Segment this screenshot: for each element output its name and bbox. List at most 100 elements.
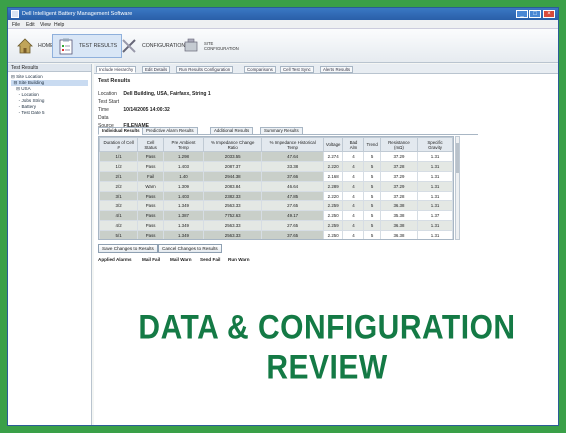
banner-line-2: REVIEW bbox=[266, 348, 388, 387]
alarm-header-applied: Applied Alarms bbox=[98, 257, 132, 262]
table-cell: Warn bbox=[137, 180, 165, 192]
table-cell: 37.29 bbox=[379, 180, 419, 192]
banner-line-1: DATA & CONFIGURATION bbox=[138, 308, 516, 347]
table-row[interactable]: 2/1 Fail 1.40 2944.38 37.66 2.168 4 5 37.29 1.31 bbox=[99, 170, 453, 182]
table-cell: Pass bbox=[137, 210, 165, 222]
table-row[interactable]: 3/1 Pass 1.403 2382.33 47.85 2.220 4 5 37.28 1.31 bbox=[99, 190, 453, 202]
table-row[interactable]: 5/1 Pass 1.349 2563.33 37.65 2.250 4 5 36.38 1.31 bbox=[99, 230, 453, 239]
menu-edit[interactable]: Edit bbox=[26, 22, 35, 28]
column-header[interactable]: Trend bbox=[363, 137, 381, 152]
home-button[interactable]: HOME bbox=[12, 34, 58, 58]
tab-hierarchy[interactable]: Include Hierarchy bbox=[96, 66, 137, 73]
column-header[interactable]: Cell Status bbox=[137, 137, 165, 152]
column-header[interactable]: Specific Gravity bbox=[417, 137, 453, 152]
table-row[interactable]: 4/1 Pass 1.387 7752.63 49.17 2.250 4 5 35.38 1.37 bbox=[99, 210, 453, 222]
menu-file[interactable]: File bbox=[12, 22, 20, 28]
table-cell: 1.31 bbox=[417, 180, 453, 192]
table-cell: 2.168 bbox=[322, 170, 344, 182]
site-configuration-button[interactable]: SITE CONFIGURATION bbox=[178, 34, 242, 58]
menu-bar: File Edit View Help bbox=[8, 20, 558, 29]
section-title: Test Results bbox=[98, 78, 131, 84]
table-cell: 4 bbox=[342, 230, 365, 239]
table-cell: 47.64 bbox=[261, 151, 324, 162]
menu-help[interactable]: Help bbox=[54, 22, 64, 28]
table-cell: 2.250 bbox=[322, 230, 344, 239]
table-row[interactable]: 1/2 Pass 1.403 2087.37 33.38 2.220 4 5 37.28 1.31 bbox=[99, 160, 453, 172]
table-cell: 5 bbox=[363, 230, 381, 239]
table-cell: 2944.38 bbox=[202, 170, 263, 182]
subtab-summary[interactable]: Summary Results bbox=[260, 127, 303, 135]
table-cell: 1/2 bbox=[99, 160, 139, 172]
window-title: Dell Intelligent Battery Management Soft… bbox=[22, 11, 133, 17]
alarm-header-run-warn: Run Warn bbox=[228, 257, 250, 262]
table-row[interactable]: 3/2 Pass 1.349 2563.33 27.65 2.259 4 5 36.38 1.31 bbox=[99, 200, 453, 212]
tree-item[interactable]: - Test Date 5 bbox=[11, 110, 88, 116]
column-header[interactable]: Pre Ambient Temp bbox=[163, 137, 204, 152]
site-icon bbox=[182, 37, 200, 55]
table-cell: 1.31 bbox=[417, 200, 453, 212]
table-cell: 4/1 bbox=[99, 210, 139, 222]
tab-cell-test-sync[interactable]: Cell Test Sync bbox=[280, 66, 314, 73]
menu-view[interactable]: View bbox=[40, 22, 51, 28]
alarm-header-send-fail: Send Fail bbox=[200, 257, 221, 262]
tab-edit-details[interactable]: Edit Details bbox=[142, 66, 171, 73]
table-cell: 2.250 bbox=[322, 210, 344, 222]
column-header[interactable]: % Impedance Change Ratio bbox=[202, 137, 263, 152]
subtab-predictive-alarm[interactable]: Predictive Alarm Results bbox=[142, 127, 198, 135]
table-row[interactable]: 4/2 Pass 1.349 2563.33 27.65 2.259 4 5 36.38 1.31 bbox=[99, 220, 453, 232]
table-cell: 1.403 bbox=[163, 190, 204, 202]
table-cell: 1.309 bbox=[163, 180, 204, 192]
tab-comparisons[interactable]: Comparisons bbox=[244, 66, 276, 73]
table-cell: 4 bbox=[342, 160, 365, 172]
column-header[interactable]: Resistance (mΩ) bbox=[379, 137, 419, 152]
table-row[interactable]: 2/2 Warn 1.309 2083.84 46.64 2.289 4 5 37.29 1.31 bbox=[99, 180, 453, 192]
table-cell: 2563.33 bbox=[202, 230, 263, 239]
table-cell: 4 bbox=[342, 190, 365, 202]
subtab-additional[interactable]: Additional Results bbox=[210, 127, 254, 135]
subtab-individual[interactable]: Individual Results bbox=[98, 127, 144, 135]
table-cell: 1.31 bbox=[417, 190, 453, 202]
cancel-changes-button[interactable]: Cancel Changes to Results bbox=[158, 244, 222, 253]
maximize-button[interactable]: □ bbox=[529, 10, 541, 18]
results-subtabs: Individual Results Predictive Alarm Resu… bbox=[98, 127, 478, 135]
table-cell: 37.28 bbox=[379, 160, 419, 172]
scrollbar-thumb[interactable] bbox=[456, 143, 459, 173]
column-header[interactable]: Duration of Cell # bbox=[99, 137, 139, 152]
tab-alerts-results[interactable]: Alerts Results bbox=[320, 66, 354, 73]
column-header[interactable]: Voltage bbox=[322, 137, 344, 152]
tab-run-results[interactable]: Run Results Configuration bbox=[176, 66, 234, 73]
navigation-pane: Test Results ⊟ Site Location ⊟ Site Buil… bbox=[8, 64, 92, 425]
table-cell: 5 bbox=[363, 200, 381, 212]
table-cell: 37.66 bbox=[261, 170, 324, 182]
alarm-header-mail-fail: Mail Fail bbox=[142, 257, 161, 262]
table-cell: 2.220 bbox=[322, 190, 344, 202]
alarm-header-mail-warn: Mail Warn bbox=[170, 257, 192, 262]
grid-scrollbar[interactable] bbox=[455, 136, 460, 240]
start-time-label: Test Start Time bbox=[98, 99, 120, 113]
table-cell: 4 bbox=[342, 210, 365, 222]
table-cell: 4 bbox=[342, 200, 365, 212]
test-results-button[interactable]: TEST RESULTS bbox=[52, 34, 123, 58]
table-cell: 2382.33 bbox=[202, 190, 263, 202]
table-cell: 33.38 bbox=[261, 160, 324, 172]
table-cell: 36.38 bbox=[379, 200, 419, 212]
table-cell: 46.64 bbox=[261, 180, 324, 192]
column-header[interactable]: Bad Alm bbox=[342, 137, 365, 152]
table-cell: 4 bbox=[342, 151, 365, 162]
table-cell: 47.85 bbox=[261, 190, 324, 202]
table-cell: 5 bbox=[363, 160, 381, 172]
table-cell: 37.65 bbox=[261, 230, 324, 239]
table-cell: Pass bbox=[137, 230, 165, 239]
table-row[interactable]: 1/1 Pass 1.298 2033.55 47.64 2.274 4 5 37.29 1.31 bbox=[99, 151, 453, 162]
table-cell: Pass bbox=[137, 151, 165, 162]
minimize-button[interactable]: _ bbox=[516, 10, 528, 18]
column-header[interactable]: % Impedance Historical Temp bbox=[261, 137, 324, 152]
table-cell: 5 bbox=[363, 180, 381, 192]
results-tree: ⊟ Site Location ⊟ Site Building ⊟ USA - … bbox=[8, 72, 91, 118]
close-button[interactable]: × bbox=[543, 10, 555, 18]
table-cell: 4 bbox=[342, 220, 365, 232]
table-cell: 7752.63 bbox=[202, 210, 263, 222]
save-changes-button[interactable]: Save Changes to Results bbox=[98, 244, 158, 253]
table-cell: 37.29 bbox=[379, 170, 419, 182]
table-cell: 1.31 bbox=[417, 151, 453, 162]
